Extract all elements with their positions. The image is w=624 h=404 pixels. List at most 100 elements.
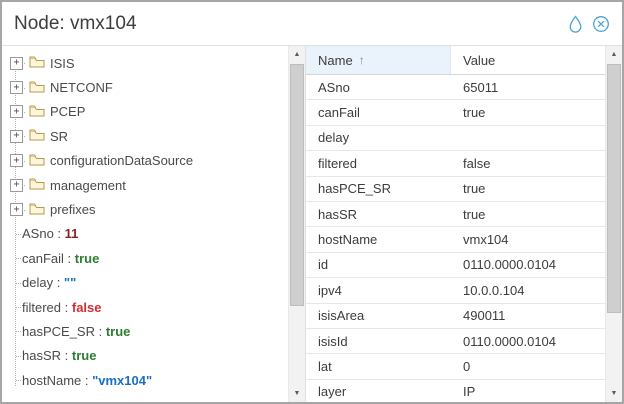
grid-cell-value: 0 bbox=[451, 359, 605, 374]
tree-scroll-down-icon[interactable]: ▼ bbox=[289, 385, 305, 402]
grid-cell-value: 65011 bbox=[451, 80, 605, 95]
tree-folder-label: prefixes bbox=[50, 202, 96, 217]
tree-leaf-value: true bbox=[75, 251, 100, 266]
tree-leaf-separator: : bbox=[61, 348, 72, 363]
grid-cell-name: canFail bbox=[306, 105, 451, 120]
droplet-icon[interactable] bbox=[568, 15, 583, 33]
grid-cell-name: isisArea bbox=[306, 308, 451, 323]
tree-leaf-value: false bbox=[72, 300, 102, 315]
grid-row[interactable]: lat 0 bbox=[306, 354, 605, 379]
grid-cell-name: hasSR bbox=[306, 207, 451, 222]
folder-icon bbox=[29, 55, 45, 71]
table-scrollbar[interactable]: ▲ ▼ bbox=[605, 46, 622, 402]
name-header-label: Name bbox=[318, 53, 353, 68]
grid-row[interactable]: hasPCE_SR true bbox=[306, 177, 605, 202]
column-header-value[interactable]: Value bbox=[451, 46, 605, 74]
tree-scroll-thumb[interactable] bbox=[290, 64, 304, 306]
grid-row[interactable]: hasSR true bbox=[306, 202, 605, 227]
folder-icon bbox=[29, 80, 45, 96]
grid-cell-name: layer bbox=[306, 384, 451, 399]
grid-cell-value: false bbox=[451, 156, 605, 171]
column-header-name[interactable]: Name ↑ bbox=[306, 46, 451, 74]
tree-leaf-value: "vmx104" bbox=[92, 373, 152, 388]
tree-leaf-separator: : bbox=[53, 275, 64, 290]
grid-cell-value: 0110.0000.0104 bbox=[451, 334, 605, 349]
tree-leaf-key: ASno bbox=[22, 226, 54, 241]
node-details-dialog: Node: vmx104 bbox=[0, 0, 624, 404]
tree-leaf-list: ASno : 11 canFail : true delay : "" bbox=[8, 222, 288, 393]
tree-folder-item[interactable]: + management bbox=[8, 173, 288, 197]
tree-leaf-key: hasPCE_SR bbox=[22, 324, 95, 339]
tree-folder-item[interactable]: + ISIS bbox=[8, 51, 288, 75]
tree-folder-label: management bbox=[50, 178, 126, 193]
tree-leaf-text: canFail : true bbox=[22, 251, 103, 266]
tree-folder-item[interactable]: + configurationDataSource bbox=[8, 149, 288, 173]
tree-leaf-item[interactable]: hasPCE_SR : true bbox=[8, 319, 288, 343]
tree-leaf-separator: : bbox=[95, 324, 106, 339]
tree-leaf-text: filtered : false bbox=[22, 300, 106, 315]
tree-leaf-text: hasPCE_SR : true bbox=[22, 324, 134, 339]
tree-folder-item[interactable]: + PCEP bbox=[8, 100, 288, 124]
grid-cell-name: delay bbox=[306, 130, 451, 145]
tree-leaf-separator: : bbox=[64, 251, 75, 266]
tree-leaf-value: "" bbox=[64, 275, 76, 290]
tree-pane: + ISIS + bbox=[2, 46, 305, 402]
grid-cell-value: 0110.0000.0104 bbox=[451, 257, 605, 272]
dialog-body: + ISIS + bbox=[2, 46, 622, 402]
grid-row[interactable]: canFail true bbox=[306, 100, 605, 125]
folder-icon bbox=[29, 153, 45, 169]
grid-cell-name: id bbox=[306, 257, 451, 272]
grid-cell-name: isisId bbox=[306, 334, 451, 349]
grid-row[interactable]: layer IP bbox=[306, 380, 605, 402]
tree-leaf-item[interactable]: delay : "" bbox=[8, 271, 288, 295]
expand-plus-icon[interactable]: + bbox=[10, 154, 23, 167]
grid-cell-value: true bbox=[451, 181, 605, 196]
property-tree: + ISIS + bbox=[2, 46, 288, 402]
tree-folder-item[interactable]: + NETCONF bbox=[8, 75, 288, 99]
expand-plus-icon[interactable]: + bbox=[10, 81, 23, 94]
close-icon[interactable] bbox=[592, 15, 610, 33]
tree-leaf-value: true bbox=[72, 348, 97, 363]
expand-plus-icon[interactable]: + bbox=[10, 179, 23, 192]
grid-row[interactable]: hostName vmx104 bbox=[306, 227, 605, 252]
grid-cell-value: true bbox=[451, 207, 605, 222]
table-scroll-up-icon[interactable]: ▲ bbox=[606, 46, 622, 63]
tree-leaf-item[interactable]: hostName : "vmx104" bbox=[8, 368, 288, 392]
grid-row[interactable]: ipv4 10.0.0.104 bbox=[306, 278, 605, 303]
table-pane: Name ↑ Value ASno 65011 bbox=[306, 46, 622, 402]
tree-folder-item[interactable]: + SR bbox=[8, 124, 288, 148]
tree-scrollbar[interactable]: ▲ ▼ bbox=[288, 46, 305, 402]
grid-cell-name: filtered bbox=[306, 156, 451, 171]
expand-plus-icon[interactable]: + bbox=[10, 203, 23, 216]
screenshot-root: Node: vmx104 bbox=[0, 0, 624, 404]
grid-cell-name: ipv4 bbox=[306, 283, 451, 298]
tree-leaf-item[interactable]: filtered : false bbox=[8, 295, 288, 319]
grid-row[interactable]: filtered false bbox=[306, 151, 605, 176]
grid-row[interactable]: ASno 65011 bbox=[306, 75, 605, 100]
expand-plus-icon[interactable]: + bbox=[10, 57, 23, 70]
folder-icon bbox=[29, 104, 45, 120]
grid-row[interactable]: delay bbox=[306, 126, 605, 151]
grid-row[interactable]: id 0110.0000.0104 bbox=[306, 253, 605, 278]
tree-leaf-item[interactable]: ASno : 11 bbox=[8, 222, 288, 246]
table-scroll-thumb[interactable] bbox=[607, 64, 621, 313]
tree-leaf-key: hostName bbox=[22, 373, 81, 388]
expand-plus-icon[interactable]: + bbox=[10, 130, 23, 143]
tree-folder-item[interactable]: + prefixes bbox=[8, 197, 288, 221]
tree-folder-label: ISIS bbox=[50, 56, 75, 71]
value-header-label: Value bbox=[463, 53, 495, 68]
tree-leaf-item[interactable]: hasSR : true bbox=[8, 344, 288, 368]
expand-plus-icon[interactable]: + bbox=[10, 105, 23, 118]
grid-row[interactable]: isisId 0110.0000.0104 bbox=[306, 329, 605, 354]
tree-leaf-key: hasSR bbox=[22, 348, 61, 363]
grid-row[interactable]: isisArea 490011 bbox=[306, 304, 605, 329]
tree-leaf-key: canFail bbox=[22, 251, 64, 266]
grid-cell-name: ASno bbox=[306, 80, 451, 95]
tree-leaf-separator: : bbox=[61, 300, 72, 315]
tree-folder-label: SR bbox=[50, 129, 68, 144]
grid-cell-name: hostName bbox=[306, 232, 451, 247]
tree-scroll-up-icon[interactable]: ▲ bbox=[289, 46, 305, 63]
dialog-titlebar: Node: vmx104 bbox=[2, 2, 622, 46]
tree-leaf-item[interactable]: canFail : true bbox=[8, 246, 288, 270]
table-scroll-down-icon[interactable]: ▼ bbox=[606, 385, 622, 402]
